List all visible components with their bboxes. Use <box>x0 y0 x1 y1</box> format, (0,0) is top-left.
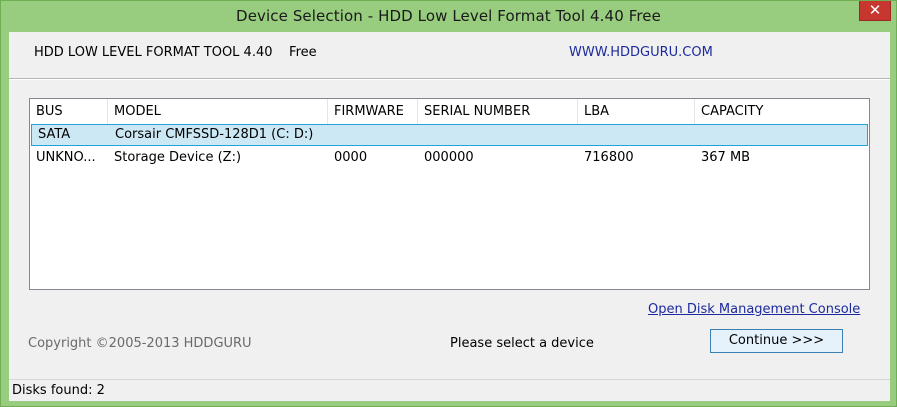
column-header-capacity[interactable]: CAPACITY <box>695 99 869 124</box>
cell-capacity: 367 MB <box>701 150 751 165</box>
continue-button[interactable]: Continue >>> <box>710 329 843 353</box>
open-disk-management-link[interactable]: Open Disk Management Console <box>648 302 860 317</box>
cell-firmware: 0000 <box>334 150 368 165</box>
column-header-model[interactable]: MODEL <box>108 99 328 124</box>
status-bar: Disks found: 2 <box>9 379 890 401</box>
cell-model: Corsair CMFSSD-128D1 (C: D:) <box>115 127 314 142</box>
column-header-bus[interactable]: BUS <box>30 99 108 124</box>
window-title: Device Selection - HDD Low Level Format … <box>236 7 661 25</box>
cell-capacity <box>696 125 868 147</box>
status-message: Please select a device <box>450 336 594 351</box>
website-link[interactable]: WWW.HDDGURU.COM <box>569 45 713 60</box>
device-selection-window: Device Selection - HDD Low Level Format … <box>0 0 897 407</box>
cell-model: Storage Device (Z:) <box>114 150 242 165</box>
cell-lba <box>579 125 696 147</box>
device-list-header: BUS MODEL FIRMWARE SERIAL NUMBER LBA CAP… <box>30 99 869 124</box>
column-header-lba[interactable]: LBA <box>578 99 695 124</box>
disks-found-label: Disks found: 2 <box>12 383 105 398</box>
cell-serial-number <box>419 125 579 147</box>
close-icon: ✕ <box>868 1 882 19</box>
copyright-label: Copyright ©2005-2013 HDDGURU <box>28 336 252 351</box>
header-panel: HDD LOW LEVEL FORMAT TOOL 4.40 Free WWW.… <box>9 32 890 79</box>
dialog-client-area: HDD LOW LEVEL FORMAT TOOL 4.40 Free WWW.… <box>9 32 890 401</box>
cell-bus: SATA <box>38 127 71 142</box>
device-row-unknown[interactable]: UNKNO... Storage Device (Z:) 0000 000000… <box>30 147 869 169</box>
title-bar[interactable]: Device Selection - HDD Low Level Format … <box>1 1 896 32</box>
cell-bus: UNKNO... <box>36 150 96 165</box>
column-header-firmware[interactable]: FIRMWARE <box>328 99 418 124</box>
app-name-label: HDD LOW LEVEL FORMAT TOOL 4.40 Free <box>34 45 317 60</box>
cell-lba: 716800 <box>584 150 634 165</box>
cell-firmware <box>329 125 419 147</box>
device-list[interactable]: BUS MODEL FIRMWARE SERIAL NUMBER LBA CAP… <box>29 98 870 290</box>
cell-serial-number: 000000 <box>424 150 474 165</box>
device-row-sata[interactable]: SATA Corsair CMFSSD-128D1 (C: D:) <box>31 124 868 146</box>
column-header-serial-number[interactable]: SERIAL NUMBER <box>418 99 578 124</box>
close-button[interactable]: ✕ <box>859 1 891 21</box>
